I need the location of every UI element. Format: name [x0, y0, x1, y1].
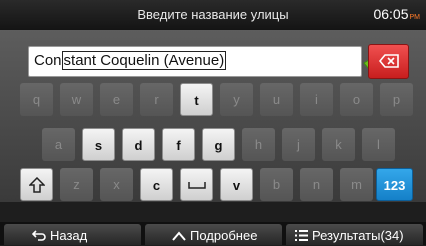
more-button[interactable]: Подробнее	[145, 224, 282, 245]
space-key[interactable]	[180, 168, 213, 201]
key-q: q	[20, 83, 53, 116]
key-h: h	[242, 128, 275, 161]
key-z: z	[60, 168, 93, 201]
more-button-label: Подробнее	[190, 228, 258, 244]
key-w: w	[60, 83, 93, 116]
back-button-label: Назад	[50, 228, 88, 244]
shift-icon	[28, 176, 45, 193]
page-title: Введите название улицы	[137, 7, 289, 22]
key-t[interactable]: t	[180, 83, 213, 116]
key-a: a	[42, 128, 75, 161]
header-bar: Введите название улицы 06:05PM	[0, 0, 426, 30]
key-b: b	[260, 168, 293, 201]
backspace-button[interactable]	[368, 44, 409, 79]
results-button[interactable]: Результаты(34)	[286, 224, 423, 245]
key-p: p	[380, 83, 413, 116]
key-e: e	[100, 83, 133, 116]
key-d[interactable]: d	[122, 128, 155, 161]
clock: 06:05PM	[373, 6, 420, 22]
clock-ampm: PM	[409, 14, 421, 21]
key-u: u	[260, 83, 293, 116]
back-arrow-icon	[32, 229, 46, 241]
input-typed-text: Con	[34, 52, 62, 69]
key-c[interactable]: c	[140, 168, 173, 201]
backspace-icon	[379, 54, 399, 68]
key-y: y	[220, 83, 253, 116]
back-button[interactable]: Назад	[4, 224, 141, 245]
key-r: r	[140, 83, 173, 116]
street-input-text: Con stant Coquelin (Avenue)	[34, 51, 227, 70]
chevron-up-icon	[172, 231, 186, 241]
key-g[interactable]: g	[202, 128, 235, 161]
results-button-label: Результаты(34)	[312, 228, 404, 244]
key-j: j	[282, 128, 315, 161]
key-o: o	[340, 83, 373, 116]
key-v[interactable]: v	[220, 168, 253, 201]
space-icon	[187, 181, 206, 189]
key-s[interactable]: s	[82, 128, 115, 161]
key-l: l	[362, 128, 395, 161]
clock-time: 06:05	[373, 6, 409, 22]
key-m: m	[340, 168, 373, 201]
numeric-mode-key[interactable]: 123	[376, 168, 413, 201]
key-k: k	[322, 128, 355, 161]
list-icon	[295, 230, 308, 242]
input-autocomplete-text: stant Coquelin (Avenue)	[61, 51, 227, 70]
street-input[interactable]: Con stant Coquelin (Avenue)	[28, 46, 388, 77]
key-i: i	[300, 83, 333, 116]
key-x: x	[100, 168, 133, 201]
shift-key[interactable]	[20, 168, 53, 201]
key-f[interactable]: f	[162, 128, 195, 161]
key-n: n	[300, 168, 333, 201]
